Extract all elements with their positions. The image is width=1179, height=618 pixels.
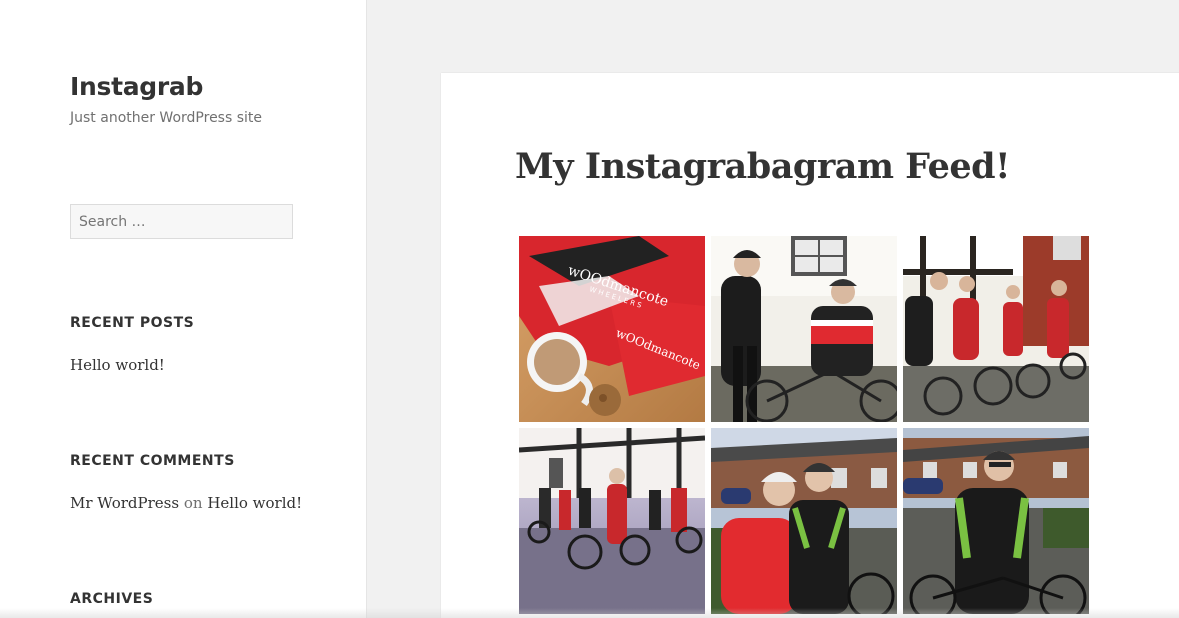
instagram-photo-green-jacket[interactable] [903,428,1089,614]
search-input[interactable] [70,204,293,239]
archives-heading: ARCHIVES [70,591,154,607]
page-title: My Instagrabagram Feed! [515,146,1011,187]
instagram-photo-cycling-group[interactable] [519,428,705,614]
site-title[interactable]: Instagrab [70,72,203,101]
comment-connector: on [183,494,203,512]
recent-posts-heading: RECENT POSTS [70,315,195,331]
comment-post-link[interactable]: Hello world! [207,494,302,512]
recent-post-link[interactable]: Hello world! [70,356,165,374]
recent-comments-heading: RECENT COMMENTS [70,453,235,469]
instagram-photo-jersey-tea[interactable]: wOOdmancote W H E E L E R S wOOdmancote [519,236,705,422]
instagram-photo-two-cyclists[interactable] [711,236,897,422]
sidebar: Instagrab Just another WordPress site RE… [0,0,367,618]
comment-author-link[interactable]: Mr WordPress [70,494,179,512]
instagram-photo-tudor-building[interactable] [903,236,1089,422]
site-description: Just another WordPress site [70,110,263,126]
instagram-photo-red-green-cyclists[interactable] [711,428,897,614]
recent-comment: Mr WordPress on Hello world! [70,494,302,512]
